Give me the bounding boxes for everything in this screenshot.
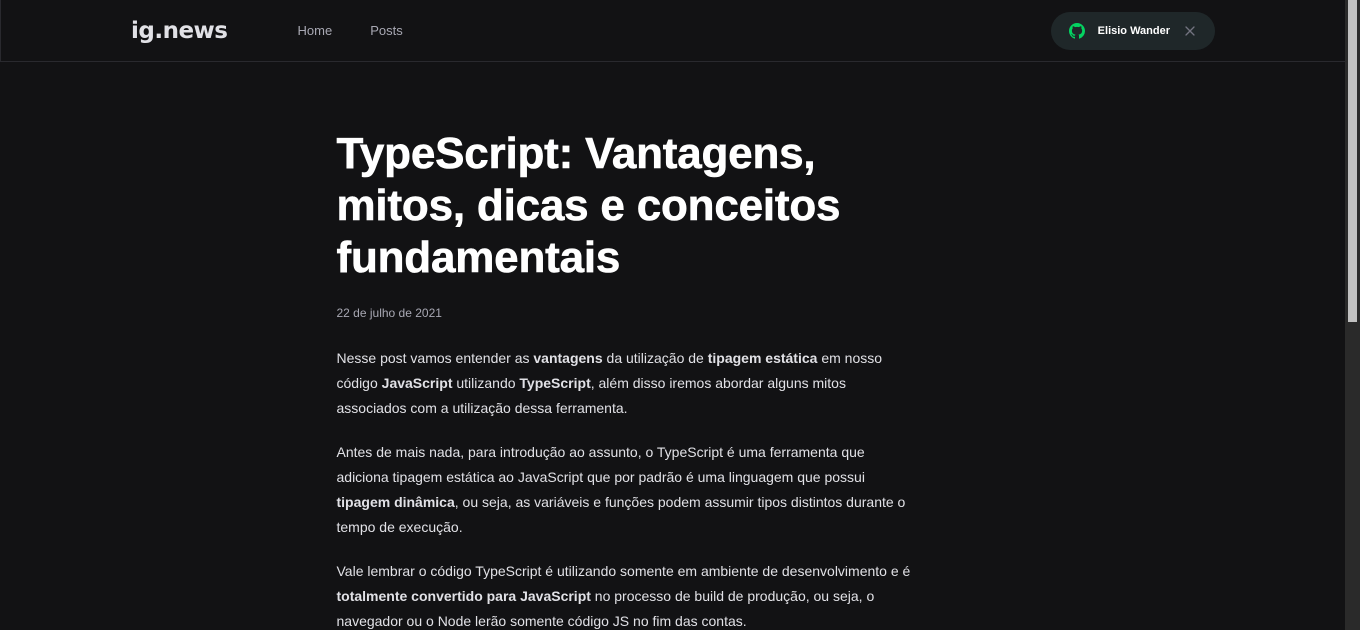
github-icon xyxy=(1068,23,1085,39)
post-paragraph: Nesse post vamos entender as vantagens d… xyxy=(337,346,917,421)
post-content: Nesse post vamos entender as vantagens d… xyxy=(337,346,917,630)
paragraph-text: Nesse post vamos entender as xyxy=(336,350,534,366)
nav-home[interactable]: Home xyxy=(298,0,333,61)
post-title: TypeScript: Vantagens, mitos, dicas e co… xyxy=(336,129,841,283)
page: ig.news Home Posts Elisio Wander TypeScr… xyxy=(0,0,1345,630)
post-paragraph: Antes de mais nada, para introdução ao a… xyxy=(337,440,917,540)
user-name: Elisio Wander xyxy=(1097,25,1170,37)
post-date: 22 de julho de 2021 xyxy=(336,306,442,320)
paragraph-text: Antes de mais nada, para introdução ao a… xyxy=(336,444,865,485)
vertical-scrollbar[interactable] xyxy=(1345,0,1360,630)
scrollbar-thumb[interactable] xyxy=(1348,0,1357,322)
site-header: ig.news Home Posts Elisio Wander xyxy=(0,0,1345,62)
emphasis-text: tipagem estática xyxy=(707,350,818,366)
paragraph-text: Vale lembrar o código TypeScript é utili… xyxy=(336,563,911,579)
close-icon[interactable] xyxy=(1185,26,1195,36)
emphasis-text: tipagem dinâmica xyxy=(336,494,455,510)
header-content: ig.news Home Posts Elisio Wander xyxy=(113,0,1233,61)
main-content: TypeScript: Vantagens, mitos, dicas e co… xyxy=(0,128,1345,630)
nav-posts[interactable]: Posts xyxy=(370,0,403,61)
paragraph-text: utilizando xyxy=(452,375,520,391)
emphasis-text: TypeScript xyxy=(519,375,591,391)
post-paragraph: Vale lembrar o código TypeScript é utili… xyxy=(337,559,917,630)
post-article: TypeScript: Vantagens, mitos, dicas e co… xyxy=(305,128,1025,630)
main-nav: Home Posts xyxy=(298,0,441,61)
paragraph-text: da utilização de xyxy=(602,350,708,366)
logo[interactable]: ig.news xyxy=(131,18,228,44)
emphasis-text: JavaScript xyxy=(381,375,453,391)
emphasis-text: totalmente convertido para JavaScript xyxy=(336,588,591,604)
signed-in-user-button[interactable]: Elisio Wander xyxy=(1050,12,1215,50)
emphasis-text: vantagens xyxy=(533,350,603,366)
